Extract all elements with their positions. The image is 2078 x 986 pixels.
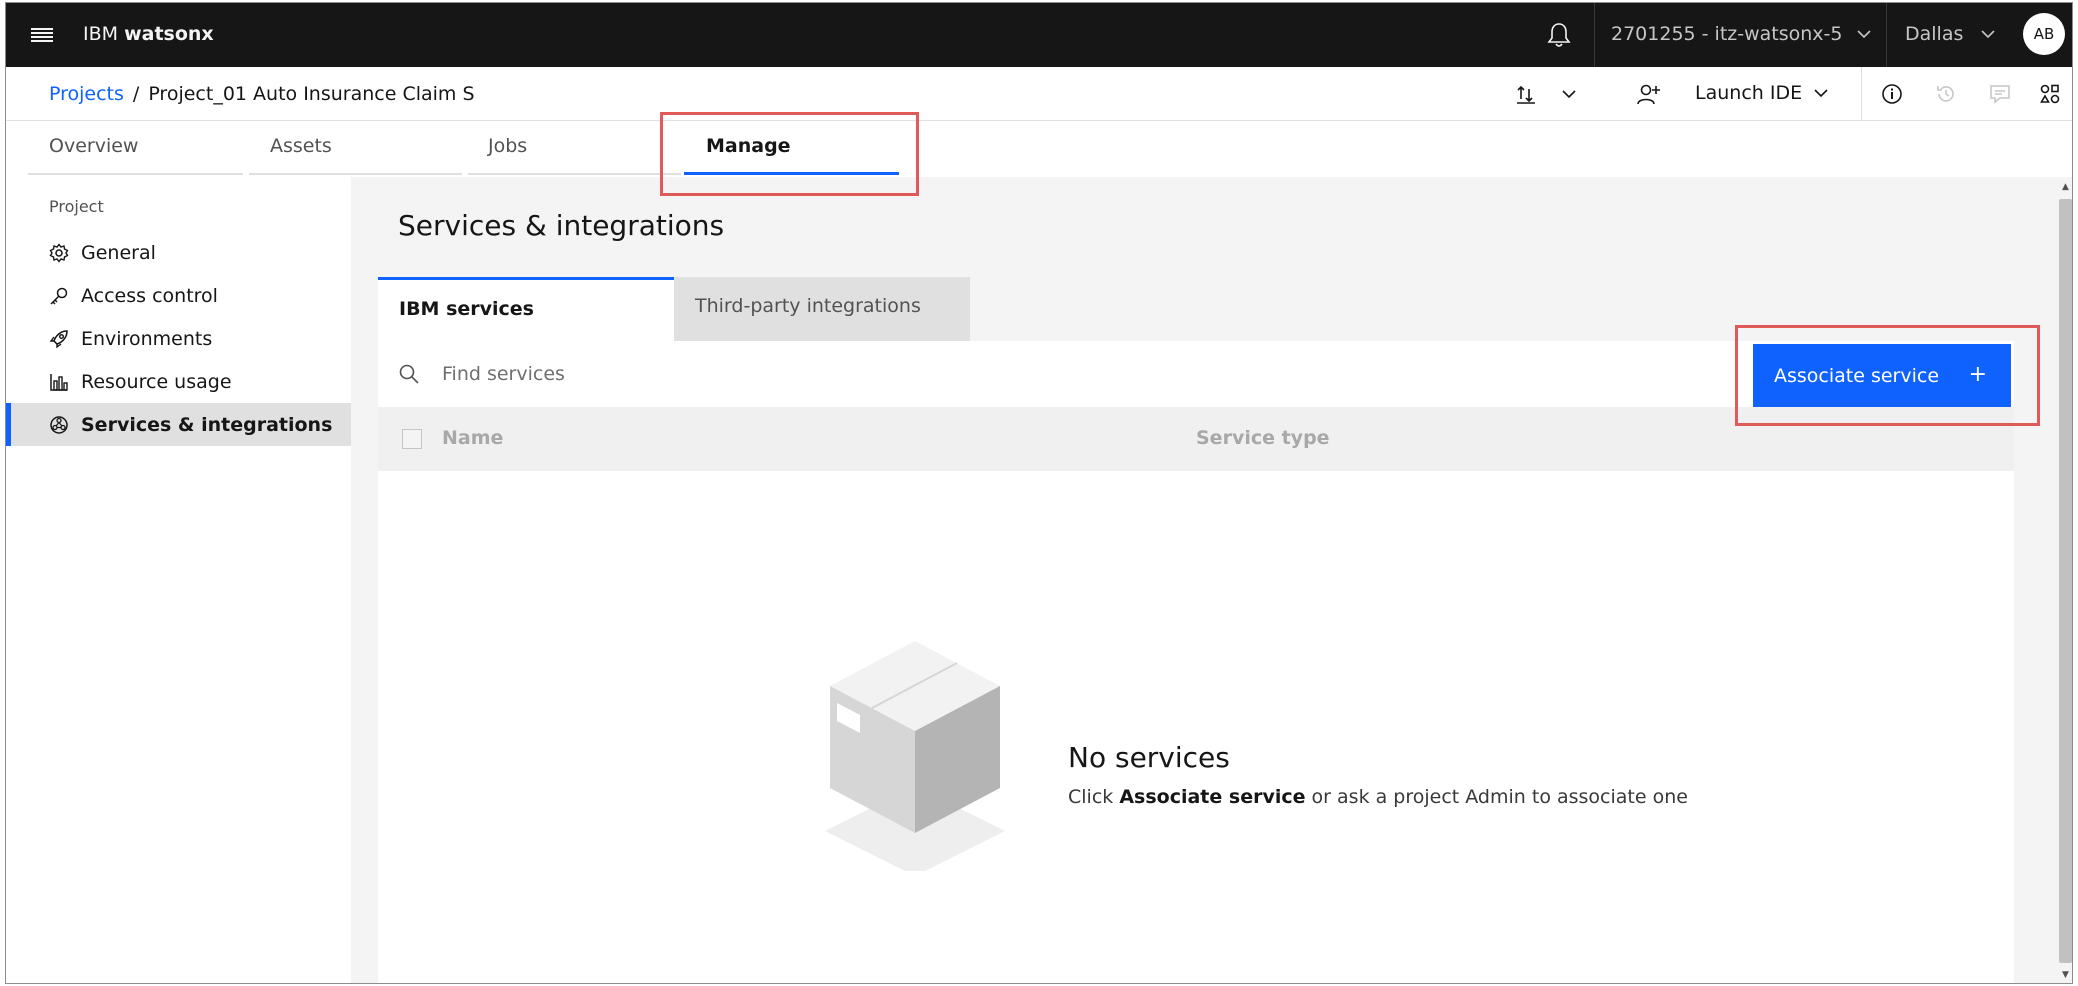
- chevron-down-icon: [1814, 88, 1828, 97]
- tab-overview[interactable]: Overview: [28, 121, 243, 175]
- bar-chart-icon: [49, 372, 69, 392]
- header-divider: [1886, 3, 1887, 67]
- add-collaborator-icon[interactable]: [1627, 74, 1671, 114]
- region-label: Dallas: [1905, 23, 1964, 45]
- sidebar-item-label: Services & integrations: [81, 413, 333, 436]
- column-header-service-type[interactable]: Service type: [1196, 427, 1330, 449]
- top-header: IBM watsonx 2701255 - itz-watsonx-5 Dall…: [6, 3, 2072, 67]
- plus-icon: +: [1968, 362, 1987, 387]
- associate-service-label: Associate service: [1774, 365, 1940, 387]
- hamburger-menu-icon[interactable]: [20, 13, 64, 57]
- scroll-up-arrow-icon[interactable]: ▲: [2059, 181, 2072, 193]
- associate-service-button[interactable]: Associate service +: [1753, 344, 2011, 408]
- vertical-scrollbar[interactable]: ▲ ▼: [2057, 177, 2072, 983]
- brand-name: watsonx: [124, 23, 214, 45]
- breadcrumb-bar: Projects / Project_01 Auto Insurance Claim…: [6, 67, 2072, 121]
- tab-assets[interactable]: Assets: [249, 121, 462, 175]
- gear-icon: [49, 242, 69, 263]
- select-all-checkbox[interactable]: [402, 429, 422, 449]
- sidebar-item-general[interactable]: General: [6, 231, 351, 274]
- sidebar-item-label: Resource usage: [81, 370, 232, 393]
- user-avatar[interactable]: AB: [2023, 13, 2065, 55]
- breadcrumb-current: Project_01 Auto Insurance Claim S: [148, 83, 475, 105]
- notification-bell-icon[interactable]: [1537, 13, 1581, 57]
- search-input[interactable]: [442, 355, 1342, 393]
- sidebar-item-environments[interactable]: Environments: [6, 317, 351, 360]
- empty-text-bold: Associate service: [1119, 786, 1306, 808]
- sidebar-item-access-control[interactable]: Access control: [6, 274, 351, 317]
- chevron-down-icon: [1856, 29, 1871, 38]
- empty-box-illustration: [825, 641, 1005, 871]
- project-tabs: Overview Assets Jobs Manage: [6, 121, 2072, 177]
- toolbar-divider: [1861, 67, 1862, 121]
- manage-sidebar: Project General Access control Environme…: [6, 177, 351, 983]
- sidebar-item-resource-usage[interactable]: Resource usage: [6, 360, 351, 403]
- sidebar-heading: Project: [49, 197, 104, 216]
- comment-icon[interactable]: [1978, 74, 2022, 114]
- tab-jobs[interactable]: Jobs: [468, 121, 681, 175]
- breadcrumb-separator: /: [132, 83, 140, 105]
- sidebar-item-label: General: [81, 241, 156, 264]
- chevron-down-icon[interactable]: [1551, 74, 1587, 114]
- tab-manage[interactable]: Manage: [684, 121, 899, 175]
- sidebar-item-services-integrations[interactable]: Services & integrations: [6, 403, 351, 446]
- launch-ide-label: Launch IDE: [1695, 82, 1803, 104]
- empty-text-prefix: Click: [1068, 786, 1114, 808]
- empty-text-suffix: or ask a project Admin to associate one: [1311, 786, 1688, 808]
- tab-ibm-services[interactable]: IBM services: [378, 277, 674, 341]
- region-switcher[interactable]: Dallas: [1905, 23, 1995, 45]
- key-icon: [49, 286, 69, 306]
- history-icon[interactable]: [1924, 74, 1968, 114]
- launch-ide-menu[interactable]: Launch IDE: [1695, 82, 1828, 104]
- breadcrumb-projects-link[interactable]: Projects: [49, 83, 124, 105]
- info-icon[interactable]: [1870, 74, 1914, 114]
- search-icon: [398, 363, 420, 389]
- header-divider: [1594, 3, 1595, 67]
- column-header-name[interactable]: Name: [442, 427, 503, 449]
- chevron-down-icon: [1981, 29, 1995, 38]
- account-label: 2701255 - itz-watsonx-5: [1611, 23, 1843, 45]
- main-content: Services & integrations IBM services Thi…: [351, 177, 2057, 983]
- empty-state-title: No services: [1068, 741, 1230, 774]
- tab-third-party-integrations[interactable]: Third-party integrations: [674, 277, 970, 341]
- app-window: IBM watsonx 2701255 - itz-watsonx-5 Dall…: [5, 2, 2073, 984]
- sidebar-item-label: Environments: [81, 327, 213, 350]
- search-toolbar: Associate service +: [378, 341, 2014, 408]
- scrollbar-thumb[interactable]: [2059, 199, 2072, 963]
- shapes-icon[interactable]: [2030, 74, 2070, 114]
- empty-state-description: Click Associate service or ask a project…: [1068, 786, 1688, 808]
- sidebar-item-label: Access control: [81, 284, 218, 307]
- page-title: Services & integrations: [398, 209, 725, 242]
- network-icon: [49, 415, 69, 435]
- brand-prefix: IBM: [83, 23, 119, 45]
- import-export-icon[interactable]: [1506, 74, 1546, 114]
- services-panel: Associate service + Name Service type No…: [378, 341, 2014, 983]
- breadcrumb: Projects / Project_01 Auto Insurance Claim…: [49, 83, 475, 105]
- scroll-down-arrow-icon[interactable]: ▼: [2059, 969, 2072, 981]
- product-name[interactable]: IBM watsonx: [83, 23, 214, 45]
- table-header: Name Service type: [378, 407, 2014, 471]
- rocket-icon: [49, 329, 69, 349]
- account-switcher[interactable]: 2701255 - itz-watsonx-5: [1611, 23, 1871, 45]
